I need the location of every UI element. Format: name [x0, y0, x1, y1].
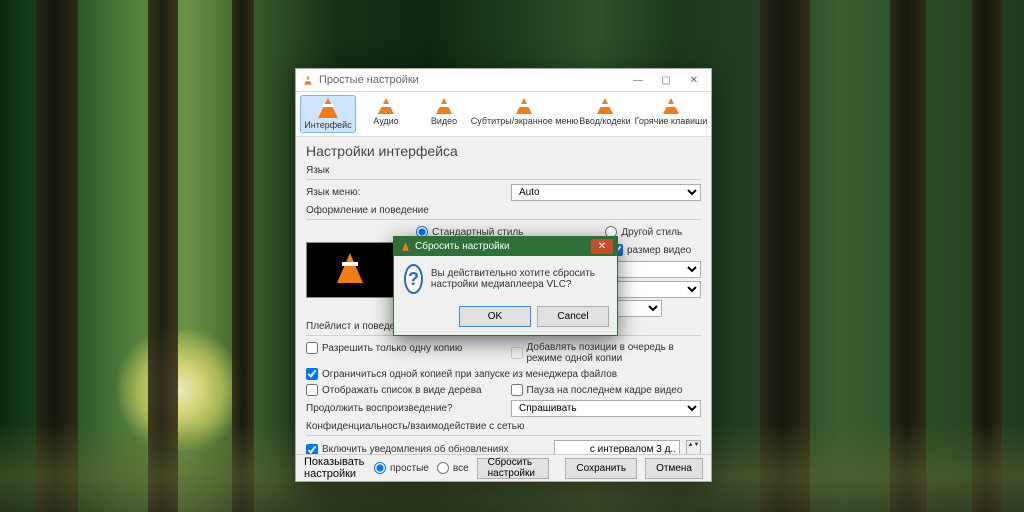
page-title: Настройки интерфейса: [306, 143, 701, 159]
select-appearance-2[interactable]: [611, 281, 701, 298]
vlc-cone-icon: [400, 241, 411, 252]
tab-subtitles[interactable]: Субтитры/экранное меню: [474, 95, 575, 133]
dialog-cancel-button[interactable]: Cancel: [537, 306, 609, 327]
divider: [306, 435, 701, 436]
resume-label: Продолжить воспроизведение?: [306, 403, 453, 414]
reset-dialog: Сбросить настройки ✕ ? Вы действительно …: [393, 236, 618, 336]
checkbox-one-instance[interactable]: [306, 342, 318, 354]
footer: Показывать настройки простые все Сбросит…: [296, 454, 711, 481]
tab-audio[interactable]: Аудио: [358, 95, 414, 133]
tab-interface[interactable]: Интерфейс: [300, 95, 356, 133]
tab-video[interactable]: Видео: [416, 95, 472, 133]
checkbox-pause-last[interactable]: [511, 384, 523, 396]
dialog-message: Вы действительно хотите сбросить настрой…: [431, 268, 607, 290]
group-privacy: Конфиденциальность/взаимодействие с сеть…: [306, 421, 701, 432]
dialog-titlebar[interactable]: Сбросить настройки ✕: [394, 237, 617, 256]
radio-all[interactable]: [437, 462, 449, 474]
resume-select[interactable]: Спрашивать: [511, 400, 701, 417]
dialog-title: Сбросить настройки: [415, 241, 591, 252]
cone-icon: [597, 98, 613, 114]
skin-preview: [306, 242, 396, 298]
cone-icon: [663, 98, 679, 114]
dialog-ok-button[interactable]: OK: [459, 306, 531, 327]
divider: [306, 219, 701, 220]
cone-icon: [378, 98, 394, 114]
dialog-close-button[interactable]: ✕: [591, 239, 613, 254]
cancel-button[interactable]: Отмена: [645, 458, 703, 479]
menu-language-select[interactable]: Auto: [511, 184, 701, 201]
cone-icon: [436, 98, 452, 114]
group-language: Язык: [306, 165, 701, 176]
divider: [306, 179, 701, 180]
cone-icon: [337, 253, 363, 283]
cone-icon: [516, 98, 532, 114]
select-appearance-1[interactable]: [611, 261, 701, 278]
cone-icon: [318, 98, 338, 118]
checkbox-tree[interactable]: [306, 384, 318, 396]
menu-language-label: Язык меню:: [306, 187, 360, 198]
radio-simple[interactable]: [374, 462, 386, 474]
show-settings-label: Показывать настройки: [304, 456, 366, 480]
vlc-cone-icon: [302, 74, 314, 86]
group-appearance: Оформление и поведение: [306, 205, 701, 216]
tab-input-codecs[interactable]: Ввод/кодеки: [577, 95, 633, 133]
category-toolbar: Интерфейс Аудио Видео Субтитры/экранное …: [296, 92, 711, 137]
reset-button[interactable]: Сбросить настройки: [477, 458, 550, 479]
question-icon: ?: [404, 264, 423, 294]
checkbox-enqueue: [511, 347, 523, 359]
tab-hotkeys[interactable]: Горячие клавиши: [635, 95, 707, 133]
checkbox-one-instance-fm[interactable]: [306, 368, 318, 380]
save-button[interactable]: Сохранить: [565, 458, 637, 479]
maximize-button[interactable]: ▢: [653, 72, 679, 88]
close-button[interactable]: ✕: [681, 72, 707, 88]
window-title: Простые настройки: [319, 74, 625, 86]
titlebar[interactable]: Простые настройки — ▢ ✕: [296, 69, 711, 92]
minimize-button[interactable]: —: [625, 72, 651, 88]
